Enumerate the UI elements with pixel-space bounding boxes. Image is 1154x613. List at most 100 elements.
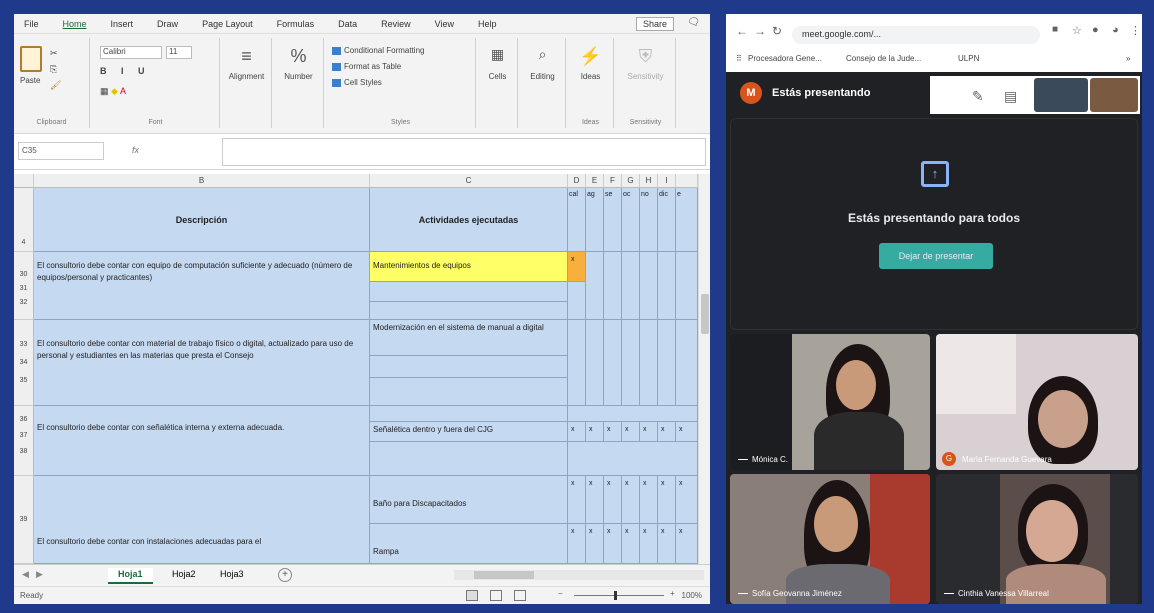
mark-cell[interactable]: x [640, 476, 658, 524]
mark-cell[interactable]: x [568, 524, 586, 564]
paste-icon[interactable] [20, 46, 42, 72]
camera-icon[interactable]: ■ [1052, 24, 1058, 35]
row-header[interactable]: 39 [14, 476, 34, 564]
desc-cell[interactable]: El consultorio debe contar con equipo de… [34, 252, 370, 320]
next-sheet-icon[interactable]: ▶ [36, 569, 43, 580]
bookmark-item[interactable]: ULPN [958, 54, 979, 63]
column-header-i[interactable]: I [658, 174, 676, 188]
select-all-corner[interactable] [14, 174, 34, 188]
participant-tile[interactable]: G María Fernanda Guevara [936, 334, 1138, 470]
activity-cell[interactable]: Modernización en el sistema de manual a … [370, 320, 568, 356]
zoom-out-icon[interactable]: − [558, 589, 563, 598]
participant-tile[interactable]: Sofía Geovanna Jiménez [730, 474, 930, 604]
mark-cell[interactable] [658, 320, 676, 406]
format-painter-icon[interactable]: 🖌 [50, 80, 61, 90]
header-month[interactable]: cal [568, 188, 586, 252]
cell-styles-button[interactable]: Cell Styles [332, 78, 382, 87]
bookmark-item[interactable]: Procesadora Gene... [748, 54, 822, 63]
tab-insert[interactable]: Insert [111, 19, 134, 29]
column-header-c[interactable]: C [370, 174, 568, 188]
ideas-icon[interactable]: ⚡ [579, 46, 601, 67]
tab-file[interactable]: File [24, 19, 39, 29]
mark-cell[interactable]: x [640, 422, 658, 442]
font-size-select[interactable]: 11 [166, 46, 192, 59]
mark-cell[interactable] [622, 252, 640, 320]
mark-cell[interactable]: x [568, 252, 586, 282]
mark-cell[interactable]: x [676, 422, 698, 442]
mark-cell[interactable]: x [604, 422, 622, 442]
mark-cell[interactable] [604, 252, 622, 320]
desc-cell[interactable]: El consultorio debe contar con señalétic… [34, 406, 370, 476]
add-sheet-icon[interactable]: + [278, 568, 292, 582]
font-name-select[interactable]: Calibri [100, 46, 162, 59]
mark-cell[interactable] [640, 320, 658, 406]
tab-home[interactable]: Home [63, 19, 87, 29]
zoom-in-icon[interactable]: + [670, 589, 675, 598]
mark-cell[interactable] [676, 320, 698, 406]
sheet-tab-hoja1[interactable]: Hoja1 [108, 568, 153, 584]
mark-cell[interactable]: x [568, 476, 586, 524]
header-month[interactable]: se [604, 188, 622, 252]
self-view-thumbnail[interactable] [1034, 78, 1088, 112]
sensitivity-label[interactable]: Sensitivity [616, 72, 675, 81]
desc-cell[interactable]: El consultorio debe contar con material … [34, 320, 370, 406]
formula-input[interactable] [222, 138, 706, 166]
header-month[interactable]: e [676, 188, 698, 252]
column-header-j[interactable] [676, 174, 698, 188]
activity-cell[interactable]: Baño para Discapacitados [370, 476, 568, 524]
mark-cell[interactable]: x [586, 422, 604, 442]
bold-italic-underline[interactable]: B I U [100, 66, 151, 76]
back-icon[interactable]: ← [736, 24, 748, 38]
tab-draw[interactable]: Draw [157, 19, 178, 29]
mark-cell[interactable]: x [676, 476, 698, 524]
zoom-slider[interactable] [574, 595, 664, 596]
alignment-label[interactable]: Alignment [222, 72, 271, 81]
name-box[interactable]: C35 [18, 142, 104, 160]
row-header[interactable]: 33 34 35 [14, 320, 34, 406]
mark-cell[interactable] [658, 252, 676, 320]
search-icon[interactable]: ⌕ [539, 46, 547, 63]
column-header-e[interactable]: E [586, 174, 604, 188]
mark-cell[interactable]: x [622, 524, 640, 564]
activity-cell[interactable] [370, 282, 568, 302]
activity-cell[interactable] [370, 356, 568, 378]
row-header[interactable]: 4 [14, 188, 34, 252]
mark-cell[interactable] [568, 442, 698, 476]
mark-cell[interactable]: x [586, 476, 604, 524]
tab-page-layout[interactable]: Page Layout [202, 19, 253, 29]
tab-data[interactable]: Data [338, 19, 357, 29]
vertical-scrollbar[interactable] [698, 174, 710, 564]
bookmark-item[interactable]: Consejo de la Jude... [846, 54, 921, 63]
font-color-icon[interactable]: A [120, 86, 126, 96]
prev-sheet-icon[interactable]: ◀ [22, 569, 29, 580]
ideas-label[interactable]: Ideas [568, 72, 613, 81]
mark-cell[interactable]: x [622, 476, 640, 524]
page-layout-view-icon[interactable] [490, 590, 502, 601]
mark-cell[interactable] [604, 320, 622, 406]
column-header-d[interactable]: D [568, 174, 586, 188]
header-actividades[interactable]: Actividades ejecutadas [370, 188, 568, 252]
stop-presenting-button[interactable]: Dejar de presentar [879, 243, 993, 269]
star-icon[interactable]: ☆ [1072, 24, 1082, 37]
horizontal-scrollbar[interactable] [454, 570, 704, 580]
mark-cell[interactable] [568, 282, 586, 320]
share-button[interactable]: Share [635, 17, 674, 31]
header-month[interactable]: dic [658, 188, 676, 252]
tab-view[interactable]: View [435, 19, 454, 29]
participant-thumbnail[interactable] [1090, 78, 1138, 112]
address-bar[interactable]: meet.google.com/... [792, 26, 1040, 44]
participant-tile[interactable]: Cinthia Vanessa Villarreal [936, 474, 1138, 604]
mark-cell[interactable] [622, 320, 640, 406]
mark-cell[interactable]: x [658, 476, 676, 524]
mark-cell[interactable]: x [586, 524, 604, 564]
activity-cell[interactable] [370, 442, 568, 476]
scroll-thumb[interactable] [701, 294, 709, 334]
mark-cell[interactable]: x [604, 524, 622, 564]
sheet-tab-hoja3[interactable]: Hoja3 [210, 568, 254, 584]
activity-cell[interactable] [370, 378, 568, 406]
column-header-h[interactable]: H [640, 174, 658, 188]
percent-icon[interactable]: % [290, 46, 306, 67]
reload-icon[interactable]: ↻ [772, 24, 782, 38]
fx-icon[interactable]: fx [132, 145, 139, 155]
scroll-thumb[interactable] [474, 571, 534, 579]
